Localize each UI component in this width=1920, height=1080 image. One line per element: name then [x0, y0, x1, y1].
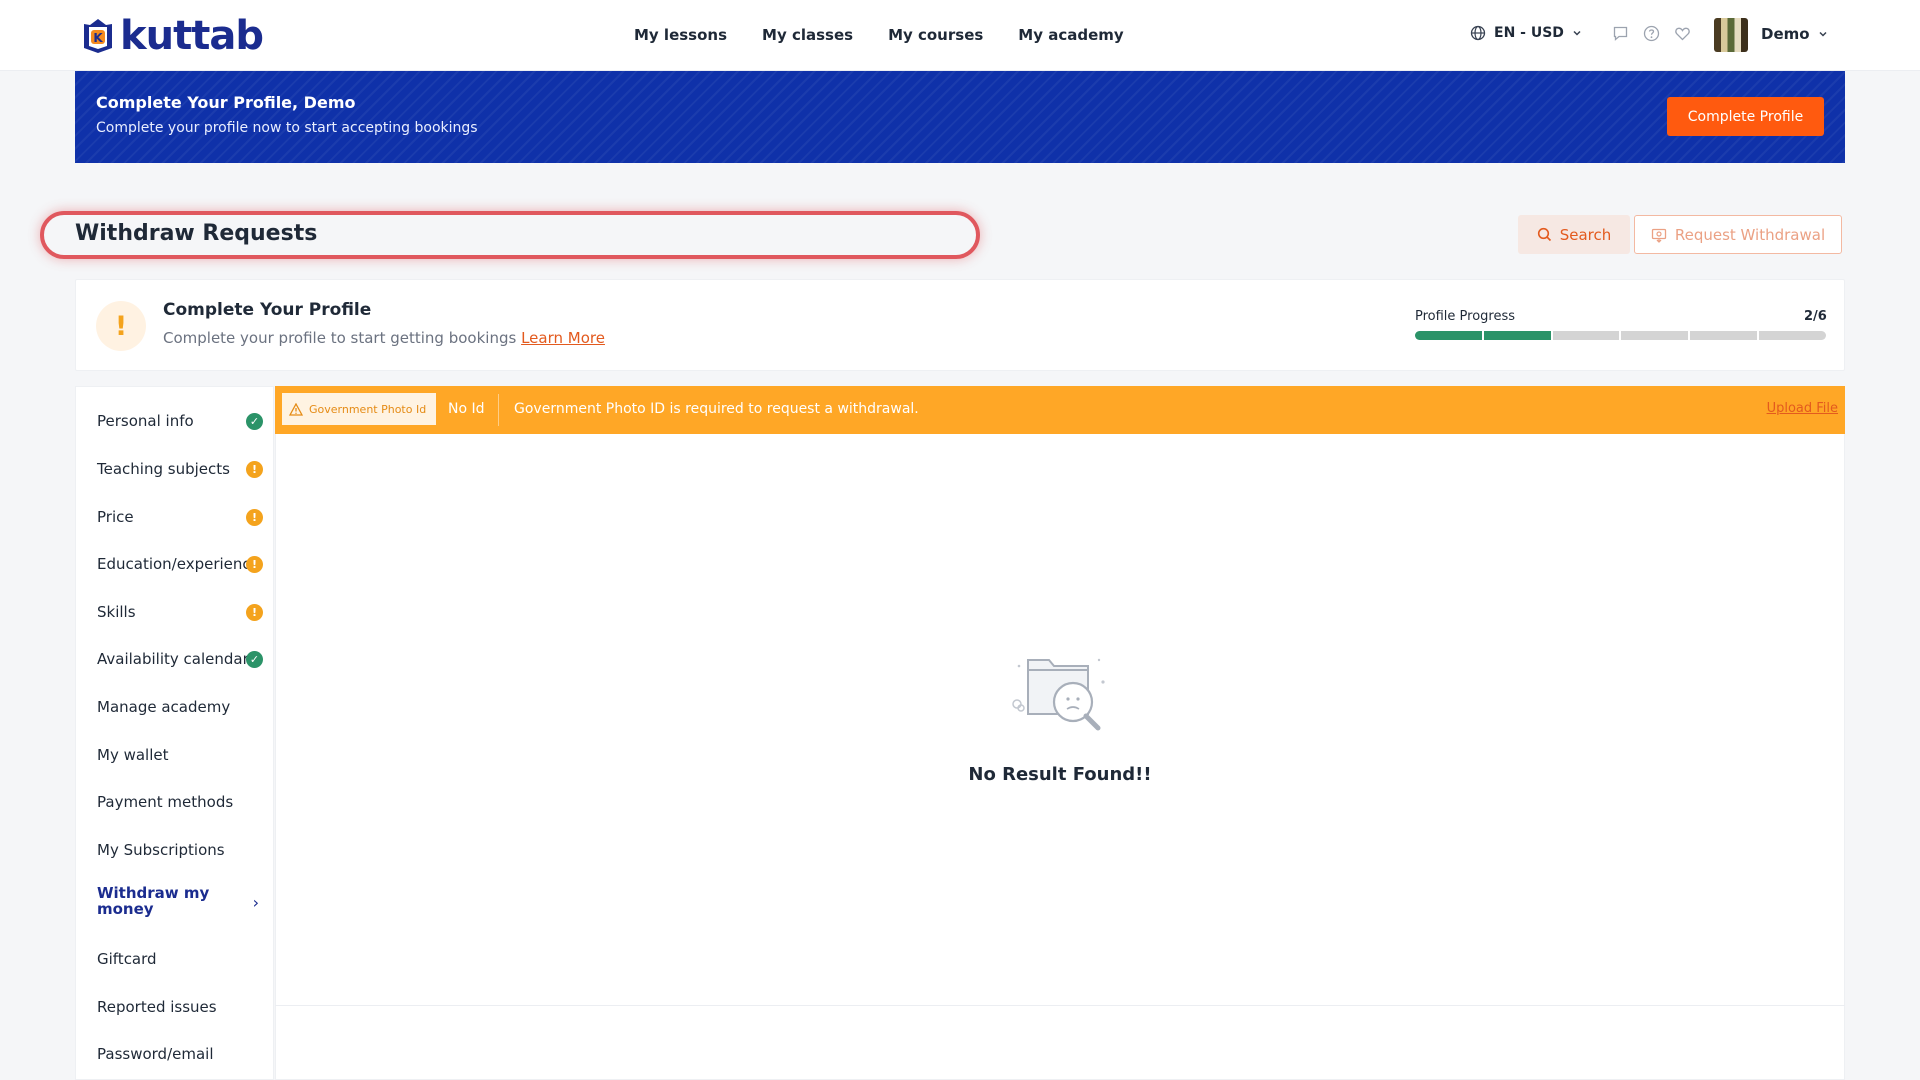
warning-icon: ! — [246, 556, 263, 573]
svg-text:K: K — [93, 31, 103, 45]
top-navbar: K kuttab My lessons My classes My course… — [0, 0, 1920, 71]
profile-progress-bar — [1415, 331, 1826, 340]
progress-segment — [1621, 331, 1689, 340]
sidebar-item-label: My Subscriptions — [97, 841, 225, 859]
help-icon[interactable] — [1643, 25, 1660, 42]
sidebar-item-label: Giftcard — [97, 950, 157, 968]
sidebar-item-label: Availability calendar — [97, 650, 249, 668]
chat-icon[interactable] — [1612, 25, 1629, 42]
sidebar-item-skills[interactable]: Skills ! — [76, 592, 275, 632]
user-menu[interactable]: Demo — [1761, 25, 1828, 43]
alert-message: Government Photo ID is required to reque… — [514, 401, 919, 417]
nav-my-classes[interactable]: My classes — [762, 26, 853, 44]
warning-icon: ! — [246, 461, 263, 478]
upload-file-link[interactable]: Upload File — [1767, 401, 1838, 416]
profile-card-subtitle-text: Complete your profile to start getting b… — [163, 329, 517, 347]
sidebar-item-label: Education/experience — [97, 555, 260, 573]
header-icon-group — [1612, 25, 1691, 42]
check-icon: ✓ — [246, 651, 263, 668]
chevron-down-icon — [1573, 30, 1581, 36]
request-withdrawal-label: Request Withdrawal — [1674, 225, 1826, 244]
sidebar-item-payment-methods[interactable]: Payment methods — [76, 782, 275, 822]
avatar[interactable] — [1714, 18, 1748, 52]
nav-my-academy[interactable]: My academy — [1018, 26, 1123, 44]
search-icon — [1537, 227, 1551, 242]
sidebar-item-my-wallet[interactable]: My wallet — [76, 735, 275, 775]
user-name: Demo — [1761, 25, 1810, 43]
language-label: EN - USD — [1494, 25, 1564, 41]
sidebar-item-personal-info[interactable]: Personal info ✓ — [76, 401, 275, 441]
profile-card-subtitle: Complete your profile to start getting b… — [163, 329, 605, 347]
sidebar-item-education-experience[interactable]: Education/experience ! — [76, 544, 275, 584]
sidebar-item-manage-academy[interactable]: Manage academy — [76, 687, 275, 727]
sidebar-item-my-subscriptions[interactable]: My Subscriptions — [76, 830, 275, 870]
progress-segment — [1759, 331, 1826, 340]
learn-more-link[interactable]: Learn More — [521, 329, 605, 347]
sidebar-item-label: Manage academy — [97, 698, 231, 716]
divider — [498, 394, 499, 426]
progress-segment — [1690, 331, 1758, 340]
nav-my-lessons[interactable]: My lessons — [634, 26, 727, 44]
search-button[interactable]: Search — [1518, 215, 1630, 254]
logo-wordmark: kuttab — [120, 13, 264, 59]
complete-profile-banner: Complete Your Profile, Demo Complete you… — [75, 71, 1845, 163]
sidebar-item-label: Withdraw my money — [97, 884, 210, 918]
warning-triangle-icon — [289, 402, 303, 416]
chevron-down-icon — [1819, 31, 1827, 37]
logo[interactable]: K kuttab — [78, 13, 264, 59]
progress-segment — [1483, 331, 1551, 340]
government-photo-id-tag: Government Photo Id — [282, 393, 436, 425]
panel-divider — [275, 1005, 1845, 1006]
government-id-alert: Government Photo Id No Id Government Pho… — [275, 386, 1845, 434]
sidebar-item-teaching-subjects[interactable]: Teaching subjects ! — [76, 449, 275, 489]
progress-segment — [1552, 331, 1620, 340]
heart-icon[interactable] — [1674, 25, 1691, 42]
language-currency-selector[interactable]: EN - USD — [1470, 25, 1582, 41]
globe-icon — [1470, 25, 1486, 41]
sidebar-item-label: Price — [97, 508, 134, 526]
page-title: Withdraw Requests — [75, 221, 318, 246]
sidebar-item-availability-calendar[interactable]: Availability calendar ✓ — [76, 639, 275, 679]
sidebar-item-label: Password/email — [97, 1045, 214, 1063]
sidebar-item-password-email[interactable]: Password/email — [76, 1034, 275, 1074]
empty-state-message: No Result Found!! — [968, 764, 1152, 785]
settings-sidebar: Personal info ✓ Teaching subjects ! Pric… — [75, 386, 274, 1080]
id-status: No Id — [448, 401, 485, 417]
chevron-right-icon: › — [252, 893, 259, 912]
check-icon: ✓ — [246, 413, 263, 430]
profile-card-title: Complete Your Profile — [163, 300, 372, 320]
sidebar-item-label: Teaching subjects — [97, 460, 230, 478]
sidebar-item-label: Personal info — [97, 412, 194, 430]
sidebar-item-label: Reported issues — [97, 998, 217, 1016]
main-nav: My lessons My classes My courses My acad… — [634, 0, 1124, 70]
complete-profile-button[interactable]: Complete Profile — [1667, 97, 1824, 136]
request-withdrawal-button[interactable]: Request Withdrawal — [1634, 215, 1842, 254]
search-button-label: Search — [1559, 225, 1612, 244]
exclamation-icon: ! — [96, 301, 146, 351]
banner-title: Complete Your Profile, Demo — [96, 93, 356, 112]
sidebar-item-label: Skills — [97, 603, 136, 621]
empty-folder-search-icon — [1012, 658, 1105, 731]
sidebar-item-label: Payment methods — [97, 793, 234, 811]
withdrawal-icon — [1651, 228, 1667, 243]
profile-progress-count: 2/6 — [1804, 309, 1827, 324]
sidebar-item-label: My wallet — [97, 746, 169, 764]
profile-progress-label: Profile Progress — [1415, 309, 1516, 324]
kuttab-logo-icon: K — [84, 19, 112, 53]
government-photo-id-label: Government Photo Id — [309, 402, 427, 416]
progress-segment — [1415, 331, 1482, 340]
banner-subtitle: Complete your profile now to start accep… — [96, 120, 478, 136]
warning-icon: ! — [246, 604, 263, 621]
sidebar-item-price[interactable]: Price ! — [76, 497, 275, 537]
nav-my-courses[interactable]: My courses — [888, 26, 983, 44]
sidebar-item-reported-issues[interactable]: Reported issues — [76, 987, 275, 1027]
sidebar-item-giftcard[interactable]: Giftcard — [76, 939, 275, 979]
profile-completion-card: ! Complete Your Profile Complete your pr… — [75, 279, 1845, 371]
sidebar-item-withdraw-my-money[interactable]: Withdraw my money — [76, 879, 236, 923]
warning-icon: ! — [246, 509, 263, 526]
